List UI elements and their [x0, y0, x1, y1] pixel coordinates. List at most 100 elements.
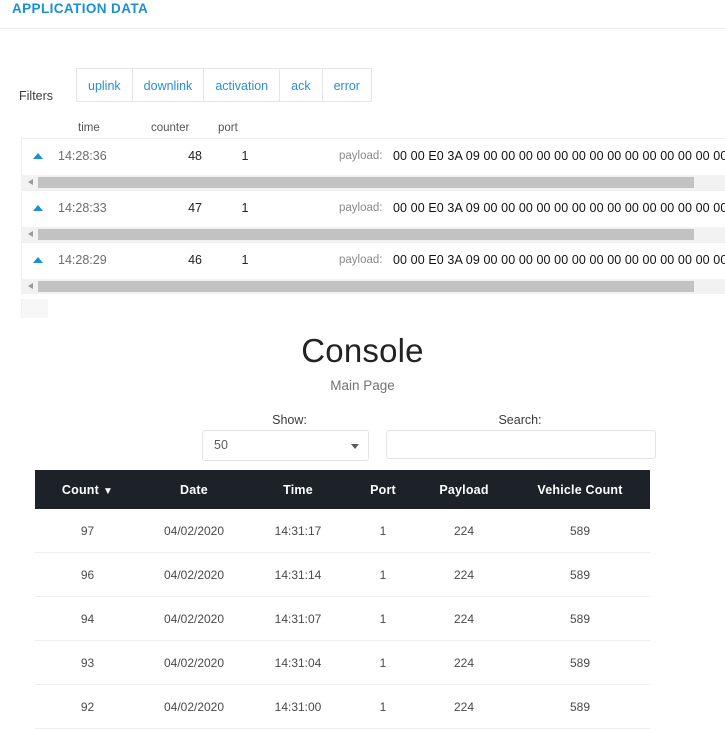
- event-row-scrollbar[interactable]: [21, 227, 725, 242]
- payload-label: payload:: [339, 202, 382, 214]
- expand-caret-icon[interactable]: [33, 153, 43, 159]
- filter-button-error[interactable]: error: [322, 68, 372, 102]
- cell-count: 93: [35, 641, 140, 685]
- expand-caret-icon[interactable]: [33, 257, 43, 263]
- table-header-row: Count ▼ Date Time Port Payload Vehicle Co…: [35, 470, 650, 509]
- console-table-body: 97 04/02/2020 14:31:17 1 224 589 96 04/0…: [35, 509, 650, 729]
- cell-count: 94: [35, 597, 140, 641]
- search-label: Search:: [435, 413, 605, 427]
- cell-vehicle-count: 589: [510, 553, 650, 597]
- event-payload: 00 00 E0 3A 09 00 00 00 00 00 00 00 00 0…: [393, 253, 725, 267]
- cell-payload: 224: [418, 641, 510, 685]
- event-row[interactable]: 14:28:33 47 1 payload: 00 00 E0 3A 09 00…: [21, 190, 725, 227]
- event-counter: 46: [162, 253, 202, 267]
- scroll-left-arrow-icon[interactable]: [28, 283, 33, 289]
- scrollbar-thumb[interactable]: [38, 177, 694, 188]
- cell-count: 97: [35, 509, 140, 553]
- console-section: Console Main Page Show: 50 Search: Count…: [0, 318, 725, 701]
- console-table: Count ▼ Date Time Port Payload Vehicle Co…: [35, 470, 650, 729]
- cell-date: 04/02/2020: [140, 685, 248, 729]
- event-payload: 00 00 E0 3A 09 00 00 00 00 00 00 00 00 0…: [393, 201, 725, 215]
- filter-button-downlink[interactable]: downlink: [132, 68, 204, 102]
- column-header-payload[interactable]: Payload: [418, 470, 510, 509]
- column-header-port: port: [218, 122, 238, 134]
- cell-count: 96: [35, 553, 140, 597]
- column-header-time[interactable]: Time: [248, 470, 348, 509]
- column-header-date[interactable]: Date: [140, 470, 248, 509]
- cell-vehicle-count: 589: [510, 641, 650, 685]
- show-label: Show:: [202, 413, 377, 427]
- cell-payload: 224: [418, 597, 510, 641]
- cell-port: 1: [348, 509, 418, 553]
- show-entries-value: 50: [214, 438, 228, 452]
- event-payload: 00 00 E0 3A 09 00 00 00 00 00 00 00 00 0…: [393, 149, 725, 163]
- filters-label: Filters: [19, 89, 53, 103]
- event-port: 1: [232, 149, 258, 163]
- event-row[interactable]: 14:28:36 48 1 payload: 00 00 E0 3A 09 00…: [21, 138, 725, 175]
- console-subtitle: Main Page: [0, 378, 725, 393]
- scroll-left-arrow-icon[interactable]: [28, 231, 33, 237]
- cell-time: 14:31:07: [248, 597, 348, 641]
- console-table-head: Count ▼ Date Time Port Payload Vehicle Co…: [35, 470, 650, 509]
- event-row-scrollbar[interactable]: [21, 175, 725, 190]
- filter-button-ack[interactable]: ack: [279, 68, 321, 102]
- expand-caret-icon[interactable]: [33, 205, 43, 211]
- event-list-footer: [21, 299, 48, 318]
- event-list: 14:28:36 48 1 payload: 00 00 E0 3A 09 00…: [21, 138, 725, 294]
- title-divider: [0, 28, 725, 29]
- event-port: 1: [232, 253, 258, 267]
- cell-port: 1: [348, 553, 418, 597]
- cell-time: 14:31:17: [248, 509, 348, 553]
- page-title: APPLICATION DATA: [12, 1, 148, 16]
- column-header-port[interactable]: Port: [348, 470, 418, 509]
- scrollbar-thumb[interactable]: [38, 281, 694, 292]
- cell-payload: 224: [418, 553, 510, 597]
- column-header-vehicle-count[interactable]: Vehicle Count: [510, 470, 650, 509]
- show-entries-select[interactable]: 50: [202, 430, 369, 461]
- cell-port: 1: [348, 641, 418, 685]
- column-header-count[interactable]: Count ▼: [35, 470, 140, 509]
- payload-label: payload:: [339, 150, 382, 162]
- scroll-left-arrow-icon[interactable]: [28, 179, 33, 185]
- cell-vehicle-count: 589: [510, 597, 650, 641]
- cell-payload: 224: [418, 685, 510, 729]
- chevron-down-icon: [351, 444, 359, 449]
- filter-button-uplink[interactable]: uplink: [76, 68, 132, 102]
- event-counter: 47: [162, 201, 202, 215]
- cell-time: 14:31:04: [248, 641, 348, 685]
- cell-vehicle-count: 589: [510, 685, 650, 729]
- column-header-counter: counter: [151, 122, 189, 134]
- table-row[interactable]: 92 04/02/2020 14:31:00 1 224 589: [35, 685, 650, 729]
- filters-row: Filters uplink downlink activation ack e…: [0, 68, 725, 104]
- cell-vehicle-count: 589: [510, 509, 650, 553]
- console-title: Console: [0, 332, 725, 370]
- cell-time: 14:31:00: [248, 685, 348, 729]
- filter-button-activation[interactable]: activation: [203, 68, 279, 102]
- sort-desc-icon: ▼: [103, 486, 113, 497]
- application-data-panel: APPLICATION DATA Filters uplink downlink…: [0, 0, 725, 318]
- cell-time: 14:31:14: [248, 553, 348, 597]
- scrollbar-thumb[interactable]: [38, 229, 694, 240]
- event-counter: 48: [162, 149, 202, 163]
- cell-date: 04/02/2020: [140, 597, 248, 641]
- table-row[interactable]: 93 04/02/2020 14:31:04 1 224 589: [35, 641, 650, 685]
- cell-count: 92: [35, 685, 140, 729]
- cell-port: 1: [348, 597, 418, 641]
- event-port: 1: [232, 201, 258, 215]
- table-row[interactable]: 94 04/02/2020 14:31:07 1 224 589: [35, 597, 650, 641]
- event-row-scrollbar[interactable]: [21, 279, 725, 294]
- cell-payload: 224: [418, 509, 510, 553]
- filter-button-group: uplink downlink activation ack error: [76, 68, 372, 102]
- search-input[interactable]: [386, 430, 656, 459]
- column-header-count-label: Count: [62, 483, 99, 497]
- table-row[interactable]: 97 04/02/2020 14:31:17 1 224 589: [35, 509, 650, 553]
- table-row[interactable]: 96 04/02/2020 14:31:14 1 224 589: [35, 553, 650, 597]
- cell-date: 04/02/2020: [140, 553, 248, 597]
- event-row[interactable]: 14:28:29 46 1 payload: 00 00 E0 3A 09 00…: [21, 242, 725, 279]
- event-time: 14:28:29: [58, 253, 107, 267]
- cell-port: 1: [348, 685, 418, 729]
- payload-label: payload:: [339, 254, 382, 266]
- event-time: 14:28:36: [58, 149, 107, 163]
- column-header-time: time: [78, 122, 100, 134]
- cell-date: 04/02/2020: [140, 509, 248, 553]
